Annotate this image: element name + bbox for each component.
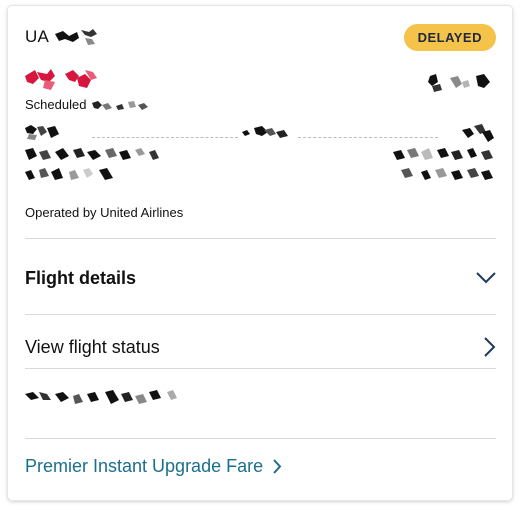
redacted-scheduled-time [92,99,149,111]
redacted-origin-code [25,124,61,140]
redacted-departure-time [25,68,99,92]
chevron-right-icon [484,337,496,357]
view-flight-status-label: View flight status [25,336,160,357]
route-line-left [92,137,238,138]
divider [25,238,496,239]
redacted-destination-code [462,124,494,142]
flight-number: UA [25,27,99,47]
premier-instant-upgrade-link[interactable]: Premier Instant Upgrade Fare [25,456,282,477]
view-flight-status-link[interactable]: View flight status [25,320,496,374]
flight-details-toggle[interactable]: Flight details [25,248,496,308]
redacted-info [25,388,183,406]
upgrade-label: Premier Instant Upgrade Fare [25,456,264,476]
operated-by: Operated by United Airlines [25,205,184,220]
redacted-destination-date [401,166,495,182]
redacted-arrival-time [428,72,490,92]
flight-details-label: Flight details [25,267,137,288]
redacted-flight-number [55,28,99,46]
divider [25,368,496,369]
redacted-origin-date [25,166,115,182]
chevron-down-icon [476,272,496,284]
flight-card: UA DELAYED Scheduled Operated by United … [8,6,512,500]
divider [25,314,496,315]
status-badge: DELAYED [403,23,496,51]
divider [25,438,496,439]
chevron-right-icon [273,459,282,474]
redacted-destination-city [393,146,495,162]
flight-header: UA DELAYED [25,23,496,51]
redacted-stopover-code [242,124,288,140]
redacted-origin-city [25,146,161,162]
carrier-code: UA [25,27,50,46]
scheduled-time-row: Scheduled [25,97,149,112]
scheduled-label: Scheduled [25,97,87,112]
route-line-right [298,137,438,138]
